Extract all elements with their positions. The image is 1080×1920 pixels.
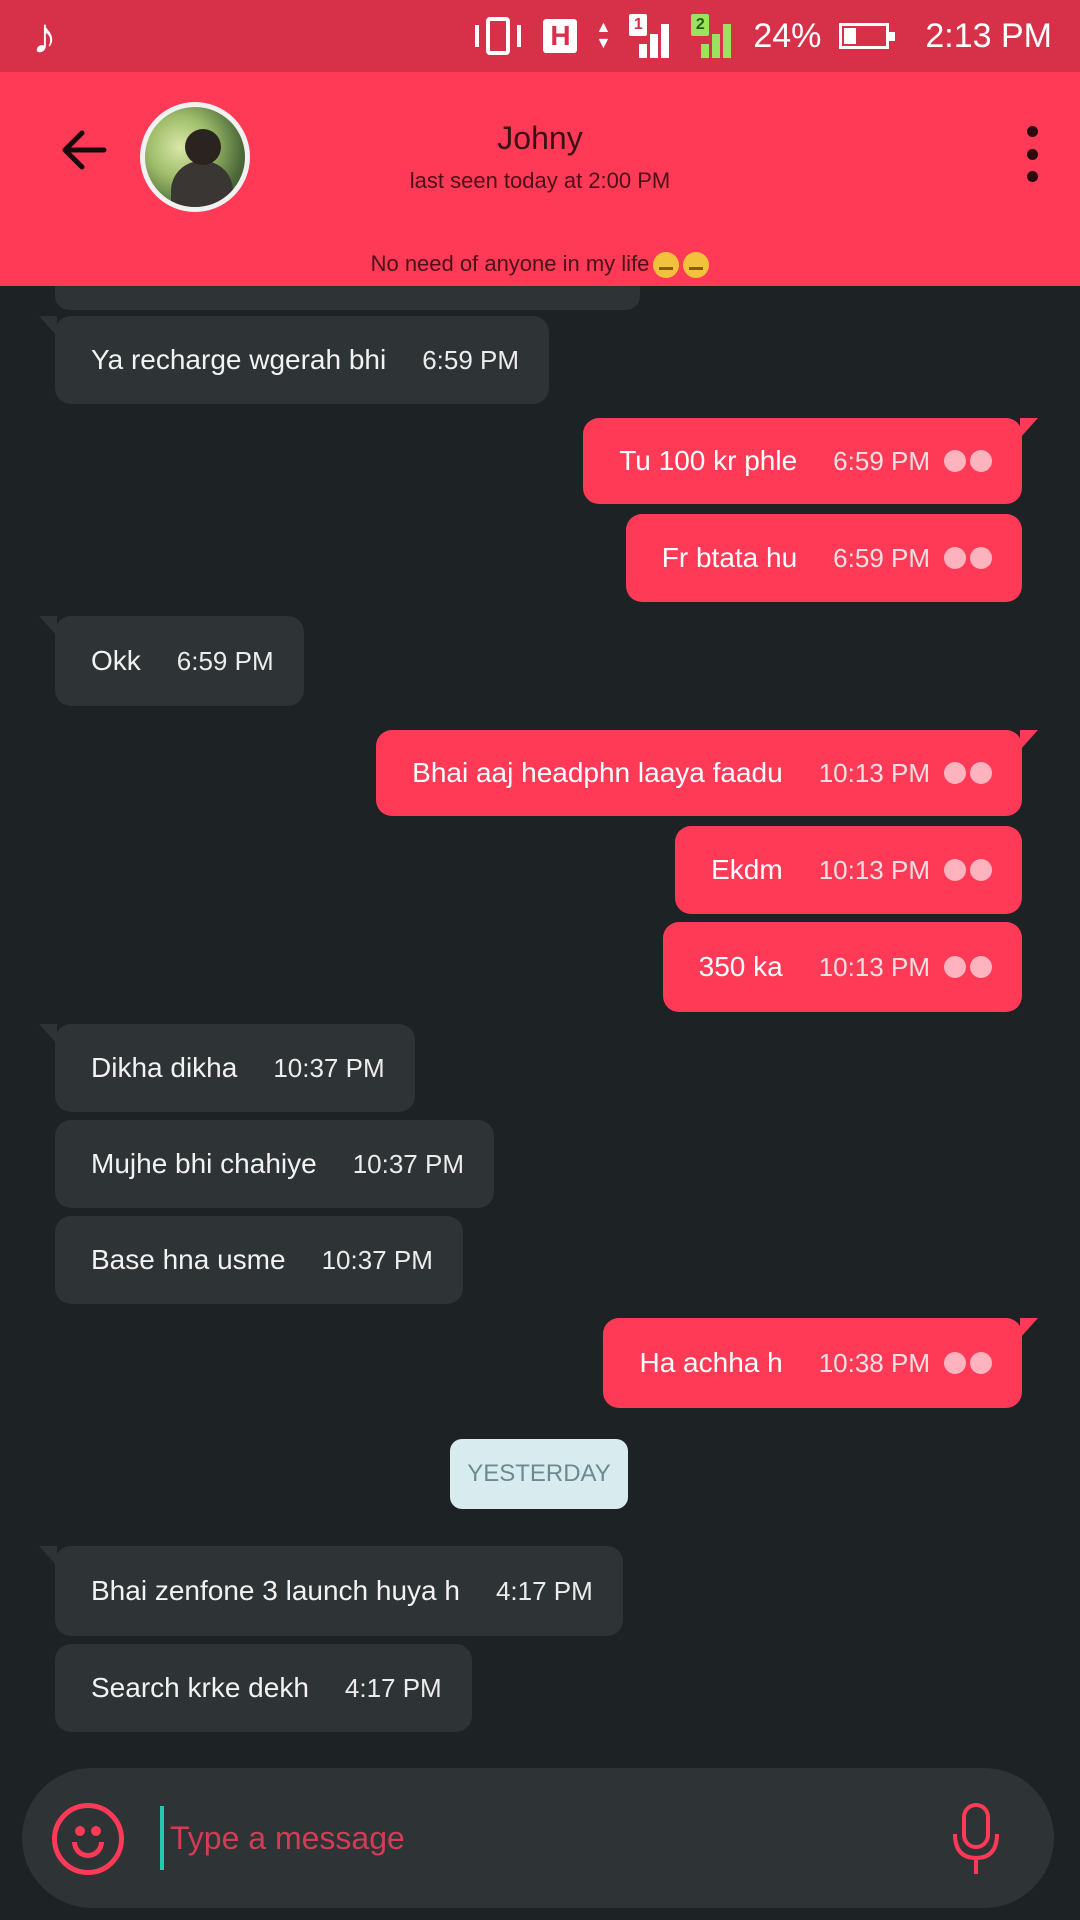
message-text: Mujhe bhi chahiye <box>91 1148 317 1179</box>
message-outgoing[interactable]: Bhai aaj headphn laaya faadu 10:13 PM <box>376 730 1038 816</box>
message-time: 4:17 PM <box>495 1575 593 1606</box>
message-incoming[interactable]: Search krke dekh 4:17 PM <box>55 1644 472 1732</box>
avatar[interactable] <box>140 102 250 212</box>
message-incoming[interactable]: Mujhe bhi chahiye 10:37 PM <box>55 1120 494 1208</box>
message-incoming[interactable]: Bhai zenfone 3 launch huya h 4:17 PM <box>39 1546 623 1636</box>
message-time: 6:59 PM <box>833 542 930 573</box>
clock: 2:13 PM <box>925 16 1052 55</box>
mic-icon[interactable] <box>950 1802 1002 1878</box>
message-text: Tu 100 kr phle <box>619 445 798 476</box>
status-icons: H ▲ ▼ 1 2 24% 2:13 PM <box>471 14 1052 58</box>
message-text: Okk <box>91 645 141 676</box>
battery-icon <box>839 23 896 49</box>
contact-name[interactable]: Johny <box>0 120 1080 157</box>
music-note-icon: ♪ <box>32 8 57 64</box>
read-ticks-icon <box>944 1352 992 1374</box>
message-time: 10:37 PM <box>352 1148 464 1179</box>
message-time: 4:17 PM <box>344 1672 442 1703</box>
message-text: Dikha dikha <box>91 1052 238 1083</box>
message-time: 10:37 PM <box>321 1244 433 1275</box>
signal-sim1-icon: 1 <box>629 14 673 58</box>
data-arrows-icon: ▲ ▼ <box>595 19 612 52</box>
message-time: 6:59 PM <box>176 645 274 676</box>
message-text: Ha achha h <box>639 1347 783 1378</box>
read-ticks-icon <box>944 450 992 472</box>
status-message: No need of anyone in my life <box>0 242 1080 286</box>
message-time: 6:59 PM <box>422 344 520 375</box>
message-outgoing[interactable]: Ha achha h 10:38 PM <box>603 1318 1038 1408</box>
read-ticks-icon <box>944 547 992 569</box>
signal-sim2-icon: 2 <box>691 14 735 58</box>
status-message-text: No need of anyone in my life <box>370 251 650 276</box>
text-cursor <box>160 1806 164 1870</box>
chat-messages[interactable]: Ya recharge wgerah bhi 6:59 PM Tu 100 kr… <box>0 286 1080 1756</box>
message-text: Bhai zenfone 3 launch huya h <box>91 1575 460 1606</box>
message-bubble-partial <box>55 286 640 310</box>
chat-header: Johny last seen today at 2:00 PM <box>0 72 1080 242</box>
message-time: 6:59 PM <box>833 445 930 476</box>
message-outgoing[interactable]: Tu 100 kr phle 6:59 PM <box>583 418 1038 504</box>
message-text: Fr btata hu <box>661 542 798 573</box>
emoji-icon[interactable] <box>52 1803 124 1875</box>
message-time: 10:37 PM <box>273 1052 385 1083</box>
message-text: Ya recharge wgerah bhi <box>91 344 387 375</box>
message-time: 10:38 PM <box>818 1347 930 1378</box>
status-bar: ♪ H ▲ ▼ 1 2 24% 2:13 PM <box>0 0 1080 72</box>
message-outgoing[interactable]: Ekdm 10:13 PM <box>675 826 1022 914</box>
last-seen: last seen today at 2:00 PM <box>409 168 671 193</box>
message-composer <box>22 1768 1054 1908</box>
message-incoming[interactable]: Ya recharge wgerah bhi 6:59 PM <box>38 316 550 404</box>
message-outgoing[interactable]: 350 ka 10:13 PM <box>662 922 1022 1012</box>
read-ticks-icon <box>944 762 992 784</box>
message-text: Bhai aaj headphn laaya faadu <box>412 757 783 788</box>
date-divider: YESTERDAY <box>450 1439 628 1509</box>
network-h-icon: H <box>543 19 578 53</box>
read-ticks-icon <box>944 956 992 978</box>
message-input[interactable] <box>170 1806 930 1870</box>
message-text: Ekdm <box>711 854 783 885</box>
message-outgoing[interactable]: Fr btata hu 6:59 PM <box>625 514 1022 602</box>
message-incoming[interactable]: Dikha dikha 10:37 PM <box>39 1024 415 1112</box>
message-time: 10:13 PM <box>818 854 930 885</box>
message-incoming[interactable]: Okk 6:59 PM <box>39 616 304 706</box>
vibrate-icon <box>471 15 525 57</box>
battery-percent: 24% <box>753 16 822 55</box>
message-time: 10:13 PM <box>818 757 930 788</box>
sim2-label: 2 <box>691 14 710 36</box>
unamused-emoji-icon <box>653 252 680 279</box>
message-text: Base hna usme <box>91 1244 286 1275</box>
unamused-emoji-icon <box>683 252 710 279</box>
sim1-label: 1 <box>629 14 648 36</box>
message-text: Search krke dekh <box>91 1672 309 1703</box>
message-incoming[interactable]: Base hna usme 10:37 PM <box>55 1216 463 1304</box>
read-ticks-icon <box>944 859 992 881</box>
message-text: 350 ka <box>698 951 783 982</box>
message-time: 10:13 PM <box>818 951 930 982</box>
menu-dots-icon[interactable] <box>1022 126 1042 182</box>
